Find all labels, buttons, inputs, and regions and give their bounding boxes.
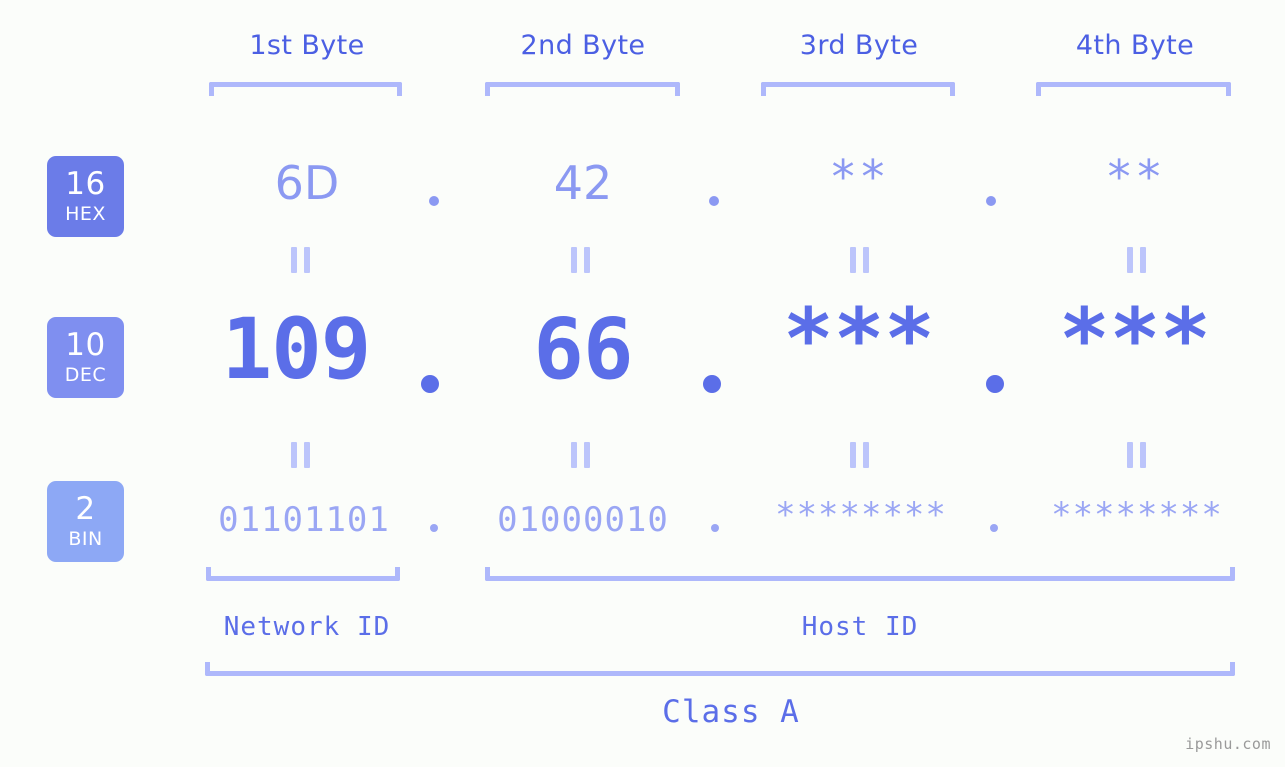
base-badge-bin-number: 2 xyxy=(75,491,96,527)
hex-byte-2: 42 xyxy=(553,156,613,210)
dec-byte-2: 66 xyxy=(533,300,633,398)
byte-bracket-2 xyxy=(485,82,680,96)
dec-separator-1 xyxy=(421,375,439,393)
hex-byte-4: ** xyxy=(1105,150,1165,204)
dec-byte-3: *** xyxy=(783,290,935,388)
dec-byte-4: *** xyxy=(1059,290,1211,388)
hex-separator-3 xyxy=(986,196,996,206)
host-id-bracket xyxy=(485,567,1235,581)
host-id-label: Host ID xyxy=(801,612,919,642)
base-badge-hex-label: HEX xyxy=(65,203,106,225)
bin-separator-3 xyxy=(990,524,998,532)
byte-bracket-1 xyxy=(209,82,402,96)
base-badge-bin-label: BIN xyxy=(68,528,103,550)
dec-separator-3 xyxy=(986,375,1004,393)
network-id-bracket xyxy=(206,567,400,581)
equivalence-mark-decbin-2 xyxy=(571,442,590,468)
equivalence-mark-decbin-3 xyxy=(850,442,869,468)
hex-separator-1 xyxy=(429,196,439,206)
network-id-label: Network ID xyxy=(223,612,391,642)
site-watermark: ipshu.com xyxy=(1185,735,1271,753)
hex-byte-3: ** xyxy=(829,150,889,204)
equivalence-mark-hexdec-4 xyxy=(1127,247,1146,273)
hex-byte-1: 6D xyxy=(274,156,340,210)
bin-separator-2 xyxy=(711,524,719,532)
base-badge-hex: 16 HEX xyxy=(47,156,124,237)
base-badge-hex-number: 16 xyxy=(65,166,106,202)
dec-separator-2 xyxy=(703,375,721,393)
byte-header-4: 4th Byte xyxy=(1075,30,1195,61)
class-label: Class A xyxy=(662,694,800,730)
bin-separator-1 xyxy=(430,524,438,532)
base-badge-dec-label: DEC xyxy=(64,364,107,386)
equivalence-mark-hexdec-1 xyxy=(291,247,310,273)
byte-header-3: 3rd Byte xyxy=(799,30,919,61)
bin-byte-3: ******** xyxy=(775,495,947,535)
bin-byte-1: 01101101 xyxy=(218,500,390,540)
hex-separator-2 xyxy=(709,196,719,206)
byte-header-2: 2nd Byte xyxy=(520,30,646,61)
equivalence-mark-decbin-4 xyxy=(1127,442,1146,468)
base-badge-dec-number: 10 xyxy=(65,327,106,363)
bin-byte-4: ******** xyxy=(1051,495,1223,535)
dec-byte-1: 109 xyxy=(221,300,372,398)
base-badge-bin: 2 BIN xyxy=(47,481,124,562)
base-badge-dec: 10 DEC xyxy=(47,317,124,398)
ip-breakdown-diagram: 1st Byte 2nd Byte 3rd Byte 4th Byte 16 H… xyxy=(0,0,1285,767)
equivalence-mark-decbin-1 xyxy=(291,442,310,468)
equivalence-mark-hexdec-3 xyxy=(850,247,869,273)
byte-bracket-3 xyxy=(761,82,955,96)
byte-header-1: 1st Byte xyxy=(249,30,365,61)
class-bracket xyxy=(205,662,1235,676)
bin-byte-2: 01000010 xyxy=(497,500,669,540)
equivalence-mark-hexdec-2 xyxy=(571,247,590,273)
byte-bracket-4 xyxy=(1036,82,1231,96)
